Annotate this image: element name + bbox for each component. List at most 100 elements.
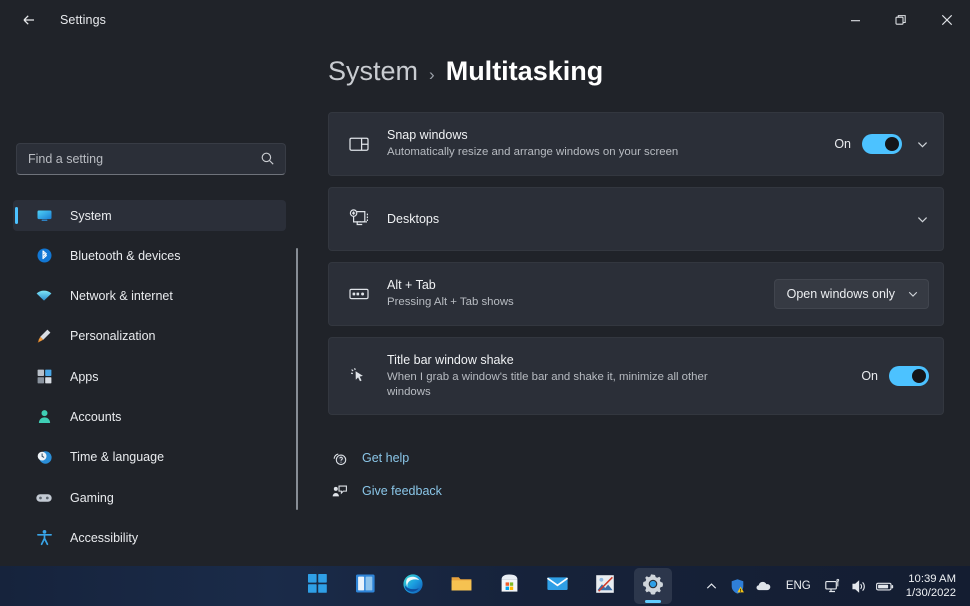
get-help-link[interactable]: Get help xyxy=(328,445,442,471)
wifi-icon xyxy=(34,286,54,306)
system-tray: ENG xyxy=(699,566,962,606)
card-subtitle: When I grab a window's title bar and sha… xyxy=(387,370,742,401)
card-text: Title bar window shake When I grab a win… xyxy=(387,352,861,401)
help-links: Get help Give feedback xyxy=(328,445,442,511)
card-controls: On xyxy=(861,366,929,386)
search-icon xyxy=(260,151,275,171)
sidebar-item-gaming[interactable]: Gaming xyxy=(13,482,286,513)
taskbar-apps xyxy=(298,566,672,606)
link-label: Get help xyxy=(362,451,409,465)
sidebar-scrollbar[interactable] xyxy=(296,248,298,510)
card-snap-windows[interactable]: Snap windows Automatically resize and ar… xyxy=(328,112,944,176)
language-indicator[interactable]: ENG xyxy=(777,580,820,592)
speaker-icon[interactable] xyxy=(846,569,872,603)
clock[interactable]: 10:39 AM 1/30/2022 xyxy=(906,572,956,600)
clock-time: 10:39 AM xyxy=(906,572,956,586)
card-text: Desktops xyxy=(387,211,902,228)
shield-warning-icon[interactable] xyxy=(725,569,751,603)
window-controls xyxy=(832,0,970,40)
minimize-button[interactable] xyxy=(832,0,878,40)
card-subtitle: Automatically resize and arrange windows… xyxy=(387,145,747,161)
store-icon xyxy=(499,573,520,599)
toggle-state-label: On xyxy=(861,369,878,383)
window-title: Settings xyxy=(60,13,106,27)
main-content: System › Multitasking Snap windows Autom… xyxy=(300,40,970,566)
sidebar-item-label: Time & language xyxy=(70,450,164,464)
card-subtitle: Pressing Alt + Tab shows xyxy=(387,295,747,311)
sidebar-item-accessibility[interactable]: Accessibility xyxy=(13,522,286,553)
breadcrumb-separator: › xyxy=(429,65,435,85)
card-alt-tab[interactable]: Alt + Tab Pressing Alt + Tab shows Open … xyxy=(328,262,944,326)
chevron-down-icon[interactable] xyxy=(916,213,929,226)
edge-icon xyxy=(402,573,424,600)
card-title: Alt + Tab xyxy=(387,277,774,294)
taskbar: ENG xyxy=(0,566,970,606)
card-desktops[interactable]: Desktops xyxy=(328,187,944,251)
sidebar-item-apps[interactable]: Apps xyxy=(13,361,286,392)
edge-button[interactable] xyxy=(394,568,432,604)
feedback-icon xyxy=(328,483,350,500)
restore-button[interactable] xyxy=(878,0,924,40)
sidebar-item-network-and-internet[interactable]: Network & internet xyxy=(13,281,286,312)
chevron-down-icon[interactable] xyxy=(916,138,929,151)
alt-tab-icon xyxy=(345,283,373,305)
sidebar-item-label: Bluetooth & devices xyxy=(70,249,181,263)
network-icon[interactable] xyxy=(820,569,846,603)
help-icon xyxy=(328,450,350,467)
gamepad-icon xyxy=(34,488,54,508)
chevron-up-icon[interactable] xyxy=(699,569,725,603)
search-placeholder: Find a setting xyxy=(28,152,103,166)
accessibility-icon xyxy=(34,528,54,548)
gear-icon xyxy=(642,573,664,600)
start-button[interactable] xyxy=(298,568,336,604)
photos-button[interactable] xyxy=(586,568,624,604)
sidebar-item-accounts[interactable]: Accounts xyxy=(13,401,286,432)
sidebar-item-bluetooth-and-devices[interactable]: Bluetooth & devices xyxy=(13,240,286,271)
alt-tab-dropdown[interactable]: Open windows only xyxy=(774,279,929,309)
close-button[interactable] xyxy=(924,0,970,40)
widgets-button[interactable] xyxy=(346,568,384,604)
mail-button[interactable] xyxy=(538,568,576,604)
sidebar-nav: System Bluetooth & devices xyxy=(13,200,286,563)
snap-windows-toggle[interactable] xyxy=(862,134,902,154)
link-label: Give feedback xyxy=(362,484,442,498)
sidebar-item-label: Accounts xyxy=(70,410,121,424)
microsoft-store-button[interactable] xyxy=(490,568,528,604)
person-icon xyxy=(34,407,54,427)
chevron-down-icon xyxy=(907,288,919,300)
search-input[interactable]: Find a setting xyxy=(16,143,286,175)
sidebar: Find a setting System xyxy=(0,40,300,566)
card-controls: Open windows only xyxy=(774,279,929,309)
card-title-bar-window-shake[interactable]: Title bar window shake When I grab a win… xyxy=(328,337,944,415)
file-explorer-button[interactable] xyxy=(442,568,480,604)
monitor-icon xyxy=(34,206,54,226)
sidebar-item-label: Accessibility xyxy=(70,531,138,545)
card-title: Title bar window shake xyxy=(387,352,861,369)
snap-layout-icon xyxy=(345,133,373,155)
back-button[interactable] xyxy=(10,5,48,35)
desktop-add-icon xyxy=(345,208,373,230)
sidebar-item-label: Gaming xyxy=(70,491,114,505)
battery-icon[interactable] xyxy=(872,569,898,603)
widgets-icon xyxy=(355,573,376,599)
sidebar-item-label: Personalization xyxy=(70,329,155,343)
title-bar-shake-toggle[interactable] xyxy=(889,366,929,386)
breadcrumb: System › Multitasking xyxy=(328,56,603,87)
settings-button[interactable] xyxy=(634,568,672,604)
give-feedback-link[interactable]: Give feedback xyxy=(328,478,442,504)
cursor-shake-icon xyxy=(345,365,373,387)
page-title: Multitasking xyxy=(446,56,604,87)
cloud-icon[interactable] xyxy=(751,569,777,603)
clock-globe-icon xyxy=(34,447,54,467)
toggle-state-label: On xyxy=(834,137,851,151)
windows-logo-icon xyxy=(307,573,328,599)
window-titlebar: Settings xyxy=(0,0,970,40)
clock-date: 1/30/2022 xyxy=(906,586,956,600)
sidebar-item-personalization[interactable]: Personalization xyxy=(13,321,286,352)
sidebar-item-system[interactable]: System xyxy=(13,200,286,231)
sidebar-item-label: Network & internet xyxy=(70,289,173,303)
sidebar-item-time-and-language[interactable]: Time & language xyxy=(13,442,286,473)
card-title: Snap windows xyxy=(387,127,834,144)
breadcrumb-parent[interactable]: System xyxy=(328,56,418,87)
settings-window: Settings Find a setting xyxy=(0,0,970,606)
